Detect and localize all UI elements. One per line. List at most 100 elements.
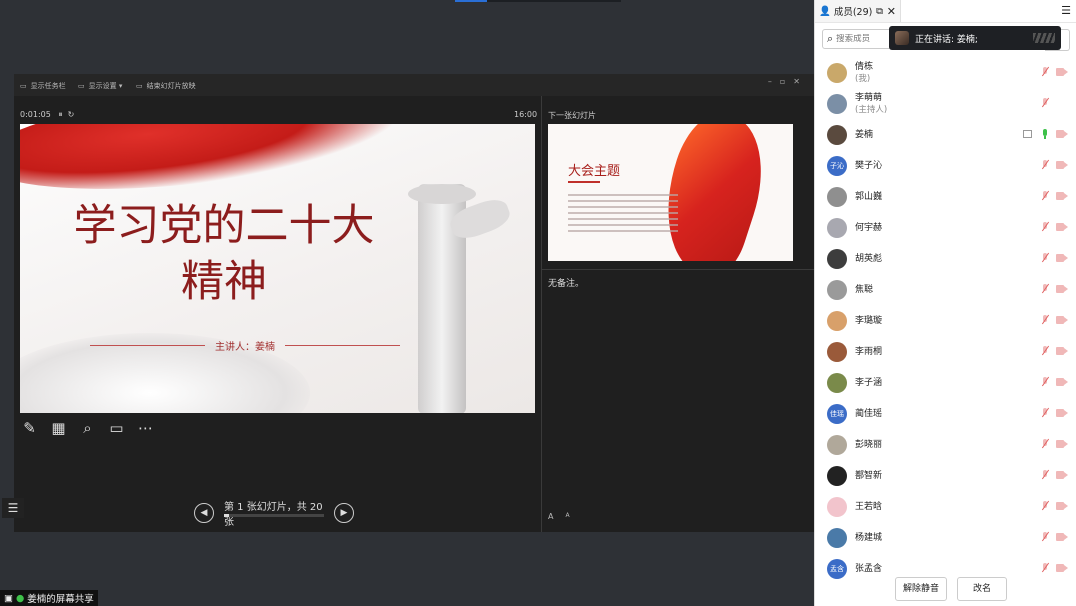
increase-font-button[interactable]: A [548,512,553,521]
mic-on-icon[interactable] [1040,128,1050,140]
mic-muted-icon[interactable] [1040,221,1050,233]
member-row[interactable]: 李萌萌 (主持人) [815,88,1076,119]
camera-off-icon[interactable] [1056,130,1068,138]
pop-out-icon[interactable]: ⧉ [876,6,883,17]
member-row[interactable]: 胡英彪 [815,243,1076,274]
slide-progress-fill [224,514,229,517]
mic-muted-icon[interactable] [1040,314,1050,326]
taskbar-icon: ▭ [20,82,27,90]
next-slide-button[interactable]: ▶ [334,503,354,523]
divider [285,345,400,346]
mic-muted-icon[interactable] [1040,66,1050,78]
next-slide-preview[interactable]: 大会主题 [548,124,793,261]
see-all-slides-icon[interactable]: ▦ [49,419,68,438]
camera-off-icon[interactable] [1056,161,1068,169]
zoom-icon[interactable]: ⌕ [78,419,97,438]
member-row[interactable]: 佳瑶 蔺佳瑶 [815,398,1076,429]
member-row[interactable]: 鄯智新 [815,460,1076,491]
mic-muted-icon[interactable] [1040,97,1050,109]
camera-off-icon[interactable] [1056,285,1068,293]
menu-icon[interactable]: ☰ [1061,4,1071,17]
end-show-button[interactable]: ▭ 结束幻灯片放映 [136,81,196,91]
mic-muted-icon[interactable] [1040,252,1050,264]
more-options-icon[interactable]: ⋯ [136,419,155,438]
member-name-text: 樊子沁 [855,160,883,171]
camera-off-icon[interactable] [1056,533,1068,541]
unmute-button[interactable]: 解除静音 [895,577,947,601]
decrease-font-button[interactable]: A [565,512,569,521]
previous-slide-button[interactable]: ◀ [194,503,214,523]
restart-timer-icon[interactable]: ↻ [65,110,75,119]
mic-muted-icon[interactable] [1040,500,1050,512]
member-name: 鄯智新 [855,470,882,482]
member-row[interactable]: 倩栋 (我) [815,57,1076,88]
mic-muted-icon[interactable] [1040,376,1050,388]
mic-muted-icon[interactable] [1040,531,1050,543]
member-row[interactable]: 杨建城 [815,522,1076,553]
member-row[interactable]: 彭晓丽 [815,429,1076,460]
member-row[interactable]: 焦聪 [815,274,1076,305]
screen-share-tag: ▣ ● 姜楠的屏幕共享 [0,590,98,606]
member-name-text: 姜楠 [855,129,874,140]
tab-members[interactable]: 👤 成员(29) ⧉ ✕ [815,0,901,22]
member-row[interactable]: 李雨桐 [815,336,1076,367]
camera-off-icon[interactable] [1056,564,1068,572]
current-slide[interactable]: 学习党的二十大精神 主讲人：姜楠 [20,124,535,413]
camera-off-icon[interactable] [1056,254,1068,262]
member-row[interactable]: 子沁 樊子沁 [815,150,1076,181]
divider [90,345,205,346]
member-row[interactable]: 何宇赫 [815,212,1076,243]
member-row[interactable]: 姜楠 [815,119,1076,150]
mic-muted-icon[interactable] [1040,438,1050,450]
close-icon[interactable]: ✕ [887,5,896,18]
member-role: (主持人) [855,104,888,115]
member-row[interactable]: 李子涵 [815,367,1076,398]
presenter-toolbar: ▭ 显示任务栏 ▭ 显示设置 ▾ ▭ 结束幻灯片放映 –▫✕ [14,74,814,96]
list-icon[interactable]: ☰ [2,498,24,518]
camera-off-icon[interactable] [1056,192,1068,200]
window-controls[interactable]: –▫✕ [768,77,808,86]
mic-muted-icon[interactable] [1040,283,1050,295]
speaker-notes: 无备注。 [548,279,585,289]
people-icon: 👤 [819,5,831,17]
pause-icon[interactable]: ⏸ [53,110,62,119]
body-text-lines [568,194,678,232]
camera-off-icon[interactable] [1056,440,1068,448]
member-row[interactable]: 王若晗 [815,491,1076,522]
pane-divider[interactable] [541,96,542,532]
member-row[interactable]: 郭山巍 [815,181,1076,212]
camera-off-icon[interactable] [1056,68,1068,76]
search-input[interactable] [836,34,887,44]
camera-off-icon[interactable] [1056,347,1068,355]
mic-muted-icon[interactable] [1040,469,1050,481]
mic-muted-icon[interactable] [1040,159,1050,171]
red-ribbon-decoration [20,124,404,206]
member-row[interactable]: 李璐璇 [815,305,1076,336]
mic-muted-icon[interactable] [1040,562,1050,574]
member-name-text: 蔺佳瑶 [855,408,883,419]
display-settings-button[interactable]: ▭ 显示设置 ▾ [78,81,122,91]
member-name: 蔺佳瑶 [855,408,882,420]
camera-off-icon[interactable] [1056,316,1068,324]
mic-muted-icon[interactable] [1040,190,1050,202]
mic-muted-icon[interactable] [1040,407,1050,419]
notes-divider[interactable] [542,269,814,270]
member-name-text: 张孟含 [855,563,883,574]
member-name-text: 郭山巍 [855,191,883,202]
display-icon: ▭ [78,82,85,90]
show-taskbar-button[interactable]: ▭ 显示任务栏 [20,81,66,91]
rename-button[interactable]: 改名 [957,577,1007,601]
camera-off-icon[interactable] [1056,409,1068,417]
member-name: 彭晓丽 [855,439,882,451]
avatar [827,93,847,114]
mic-muted-icon[interactable] [1040,345,1050,357]
camera-off-icon[interactable] [1056,502,1068,510]
camera-off-icon[interactable] [1056,471,1068,479]
pillar-top-decoration [408,184,476,204]
black-screen-icon[interactable]: ▭ [107,419,126,438]
avatar [827,248,847,269]
camera-off-icon[interactable] [1056,378,1068,386]
audio-level-icon [1033,33,1055,43]
pen-icon[interactable]: ✎ [20,419,39,438]
camera-off-icon[interactable] [1056,223,1068,231]
